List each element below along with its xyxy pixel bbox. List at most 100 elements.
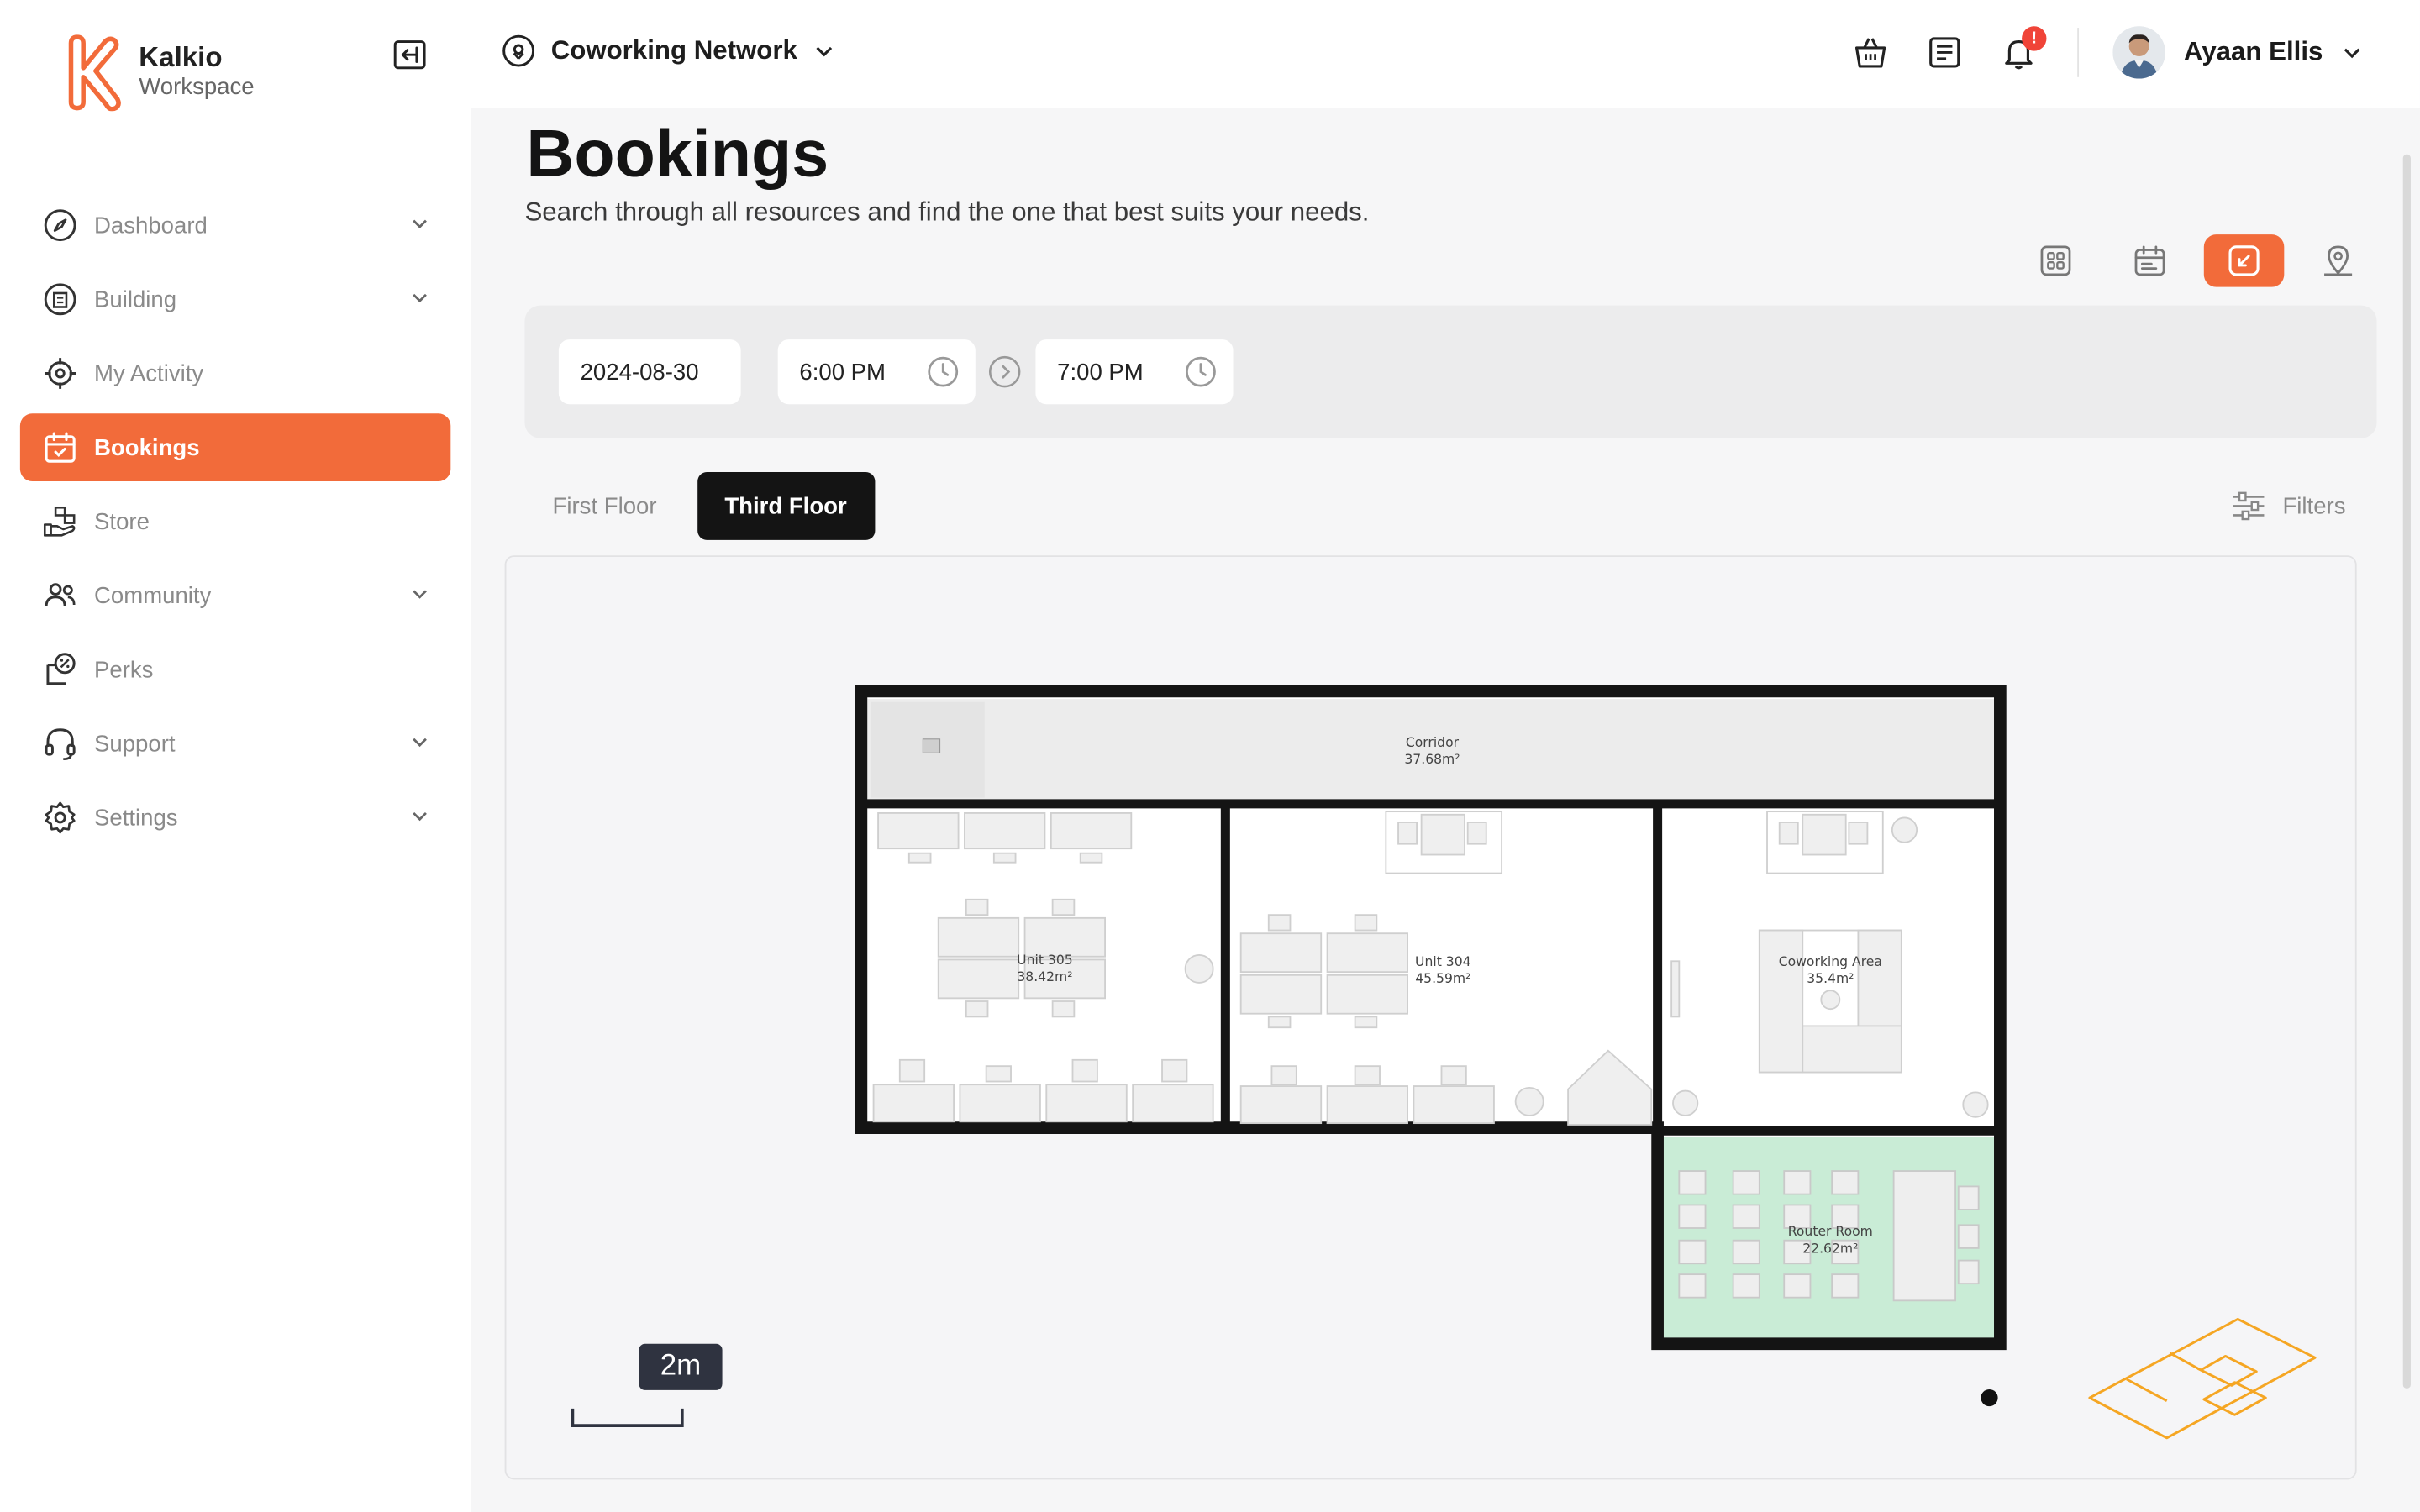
date-field[interactable]: 2024-08-30 [558, 339, 741, 405]
compass-icon [42, 207, 79, 244]
sidebar-item-label: Store [94, 508, 150, 535]
date-value: 2024-08-30 [580, 359, 699, 386]
calendar-view-button[interactable] [2110, 234, 2191, 286]
floorplan-panel: Corridor 37.68m² Unit 305 38.42m² Unit 3… [504, 555, 2357, 1480]
room-area-coworking-area: 35.4m² [1807, 971, 1854, 986]
sidebar-item-label: Bookings [94, 434, 200, 461]
sidebar-item-label: Community [94, 582, 212, 609]
floorplan-view-button[interactable] [2203, 234, 2285, 287]
room-label-corridor: Corridor [1406, 735, 1460, 750]
sidebar-item-label: My Activity [94, 360, 204, 387]
grid-icon [2040, 245, 2071, 276]
user-name: Ayaan Ellis [2183, 37, 2323, 66]
sidebar-item-label: Settings [94, 804, 178, 832]
header-divider [2077, 28, 2080, 77]
scale-bar [571, 1408, 684, 1427]
notification-badge: ! [2022, 26, 2047, 51]
sidebar-item-store[interactable]: Store [20, 487, 450, 555]
headset-icon [42, 725, 79, 762]
sliders-icon [2233, 491, 2265, 521]
chevron-down-icon [413, 219, 427, 228]
gear-icon [42, 799, 79, 836]
kalkio-logo-icon [68, 34, 121, 112]
document-list-icon [1929, 37, 1960, 68]
tab-third-floor[interactable]: Third Floor [697, 472, 875, 540]
sidebar: Kalkio Workspace Dashboard Building My A… [0, 0, 471, 1512]
sidebar-item-label: Building [94, 286, 177, 312]
clock-icon [928, 356, 959, 387]
brand-logo[interactable]: Kalkio Workspace [61, 34, 255, 112]
sidebar-item-label: Support [94, 730, 176, 757]
chevron-down-icon [413, 590, 427, 599]
clock-icon [1186, 356, 1216, 387]
collapse-sidebar-button[interactable] [392, 37, 428, 72]
sidebar-item-bookings[interactable]: Bookings [19, 413, 451, 482]
sidebar-item-dashboard[interactable]: Dashboard [20, 192, 450, 260]
floorplan-icon [2228, 245, 2260, 276]
notifications-button[interactable]: ! [2000, 26, 2047, 73]
scale-label: 2m [639, 1343, 723, 1390]
end-time-field[interactable]: 7:00 PM [1035, 339, 1234, 405]
cart-button[interactable] [1852, 33, 1889, 73]
corridor-fixture [922, 738, 941, 753]
sidebar-item-support[interactable]: Support [20, 710, 450, 778]
chevron-down-icon [413, 293, 427, 303]
room-label-unit-304: Unit 304 [1415, 954, 1471, 969]
time-range-arrow-icon [988, 355, 1021, 388]
page-subtitle: Search through all resources and find th… [524, 197, 1370, 227]
view-mode-toggle [2016, 234, 2379, 287]
user-menu[interactable]: Ayaan Ellis [2112, 26, 2363, 79]
room-area-unit-305: 38.42m² [1017, 969, 1072, 984]
sidebar-item-my-activity[interactable]: My Activity [20, 339, 450, 407]
sidebar-nav: Dashboard Building My Activity Bookings … [19, 192, 451, 858]
floorplan-canvas[interactable]: Corridor 37.68m² Unit 305 38.42m² Unit 3… [506, 557, 2354, 1478]
location-selector[interactable]: Coworking Network [502, 34, 834, 67]
store-hand-icon [42, 503, 79, 540]
sidebar-item-building[interactable]: Building [20, 265, 450, 333]
room-label-router-room: Router Room [1788, 1224, 1873, 1239]
people-icon [42, 577, 79, 614]
map-pin-icon [2324, 245, 2353, 276]
sidebar-item-label: Perks [94, 656, 154, 683]
calendar-check-icon [42, 429, 79, 466]
search-filters-bar: 2024-08-30 6:00 PM 7:00 PM [524, 305, 2377, 438]
grid-view-button[interactable] [2016, 234, 2096, 286]
sidebar-item-settings[interactable]: Settings [20, 784, 450, 852]
documents-button[interactable] [1926, 33, 1963, 73]
header-actions: ! [1852, 26, 2047, 73]
target-icon [42, 354, 79, 391]
sidebar-item-perks[interactable]: Perks [20, 636, 450, 704]
room-label-coworking-area: Coworking Area [1779, 954, 1882, 969]
map-view-button[interactable] [2298, 234, 2379, 286]
collapse-icon [393, 40, 426, 70]
floor-tabs: First Floor Third Floor [524, 472, 875, 540]
page-title: Bookings [526, 117, 829, 192]
chevron-down-icon [413, 811, 427, 822]
main-content: Bookings Search through all resources an… [471, 108, 2420, 1512]
start-time-field[interactable]: 6:00 PM [777, 339, 976, 405]
room-area-unit-304: 45.59m² [1415, 971, 1470, 986]
avatar [2112, 26, 2165, 79]
floorplan-minimap[interactable] [2088, 1317, 2317, 1440]
chevron-down-icon [2344, 48, 2360, 59]
room-area-corridor: 37.68m² [1404, 752, 1460, 767]
top-bar: Coworking Network ! Ayaan Ellis [471, 0, 2420, 108]
calendar-list-icon [2134, 245, 2165, 276]
location-pin-icon [502, 34, 535, 67]
chevron-down-icon [413, 738, 427, 748]
basket-icon [1854, 38, 1886, 68]
chevron-down-icon [815, 46, 832, 57]
brand-sub: Workspace [139, 74, 255, 101]
brand-name: Kalkio [139, 41, 223, 73]
sidebar-item-community[interactable]: Community [20, 562, 450, 630]
filters-label: Filters [2282, 492, 2346, 520]
sidebar-item-label: Dashboard [94, 212, 208, 239]
tab-first-floor[interactable]: First Floor [524, 472, 684, 540]
position-marker[interactable] [1981, 1389, 1998, 1407]
location-name: Coworking Network [550, 35, 797, 66]
page-scrollbar[interactable] [2402, 154, 2411, 1389]
building-icon [42, 281, 79, 318]
filters-button[interactable]: Filters [2230, 489, 2345, 522]
end-time-value: 7:00 PM [1057, 359, 1144, 386]
perks-icon [42, 651, 79, 688]
